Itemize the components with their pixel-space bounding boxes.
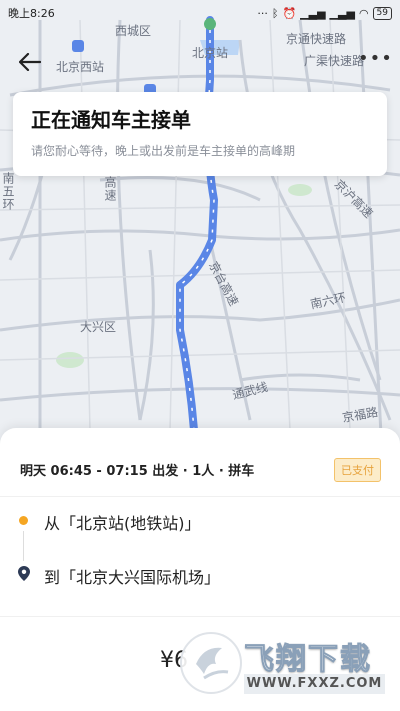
- origin-dot-icon: [19, 516, 28, 525]
- park-area: [288, 184, 312, 196]
- map-label-guangqu: 广渠快速路: [304, 54, 365, 68]
- map-label-beijing-station: 北京站: [192, 46, 229, 60]
- divider: [0, 616, 400, 617]
- destination-pin-icon: [18, 566, 30, 585]
- watermark: 飞翔下载 WWW.FXXZ.COM: [180, 632, 385, 696]
- more-dots-icon: ···: [257, 6, 268, 20]
- bluetooth-icon: ᛒ: [271, 6, 279, 20]
- map-label-nanwuhuan: 南五环: [1, 172, 15, 211]
- route-connector: [23, 531, 24, 561]
- back-arrow-icon: [19, 53, 41, 71]
- map-label-daxing: 大兴区: [80, 320, 117, 334]
- signal-icon: ▁▃▅: [300, 6, 326, 20]
- watermark-logo-icon: [180, 632, 242, 694]
- trip-time-info: 明天 06:45 - 07:15 出发 · 1人 · 拼车: [20, 464, 255, 479]
- more-options-button[interactable]: •••: [358, 48, 393, 69]
- watermark-url: WWW.FXXZ.COM: [244, 674, 385, 694]
- status-badge: 已支付: [334, 458, 381, 482]
- wifi-icon: ◠: [358, 6, 369, 20]
- divider: [0, 496, 400, 497]
- status-bar: 晚上8:26 ··· ᛒ ⏰ ▁▃▅ ▁▃▅ ◠ 59: [0, 0, 400, 26]
- more-dots-icon: •••: [358, 48, 393, 69]
- back-button[interactable]: [14, 46, 46, 78]
- status-time: 晚上8:26: [8, 7, 55, 20]
- notice-subtitle: 请您耐心等待，晚上或出发前是车主接单的高峰期: [31, 144, 296, 158]
- origin-address[interactable]: 从「北京站(地铁站)」: [44, 510, 201, 534]
- destination-address[interactable]: 到「北京大兴国际机场」: [44, 564, 220, 588]
- map-label-gaosu: 高速: [103, 176, 117, 202]
- park-area: [56, 352, 84, 368]
- poi-marker: [72, 40, 84, 52]
- watermark-brand: 飞翔下载: [244, 642, 372, 678]
- alarm-icon: ⏰: [282, 6, 297, 20]
- map-label-jingtong: 京通快速路: [286, 32, 347, 46]
- signal-icon: ▁▃▅: [329, 6, 355, 20]
- battery-icon: 59: [372, 6, 392, 20]
- notice-title: 正在通知车主接单: [31, 108, 191, 132]
- map-label-beijing-west: 北京西站: [56, 60, 105, 74]
- notice-card: 正在通知车主接单 请您耐心等待，晚上或出发前是车主接单的高峰期: [13, 92, 387, 176]
- status-icons: ··· ᛒ ⏰ ▁▃▅ ▁▃▅ ◠ 59: [257, 6, 392, 20]
